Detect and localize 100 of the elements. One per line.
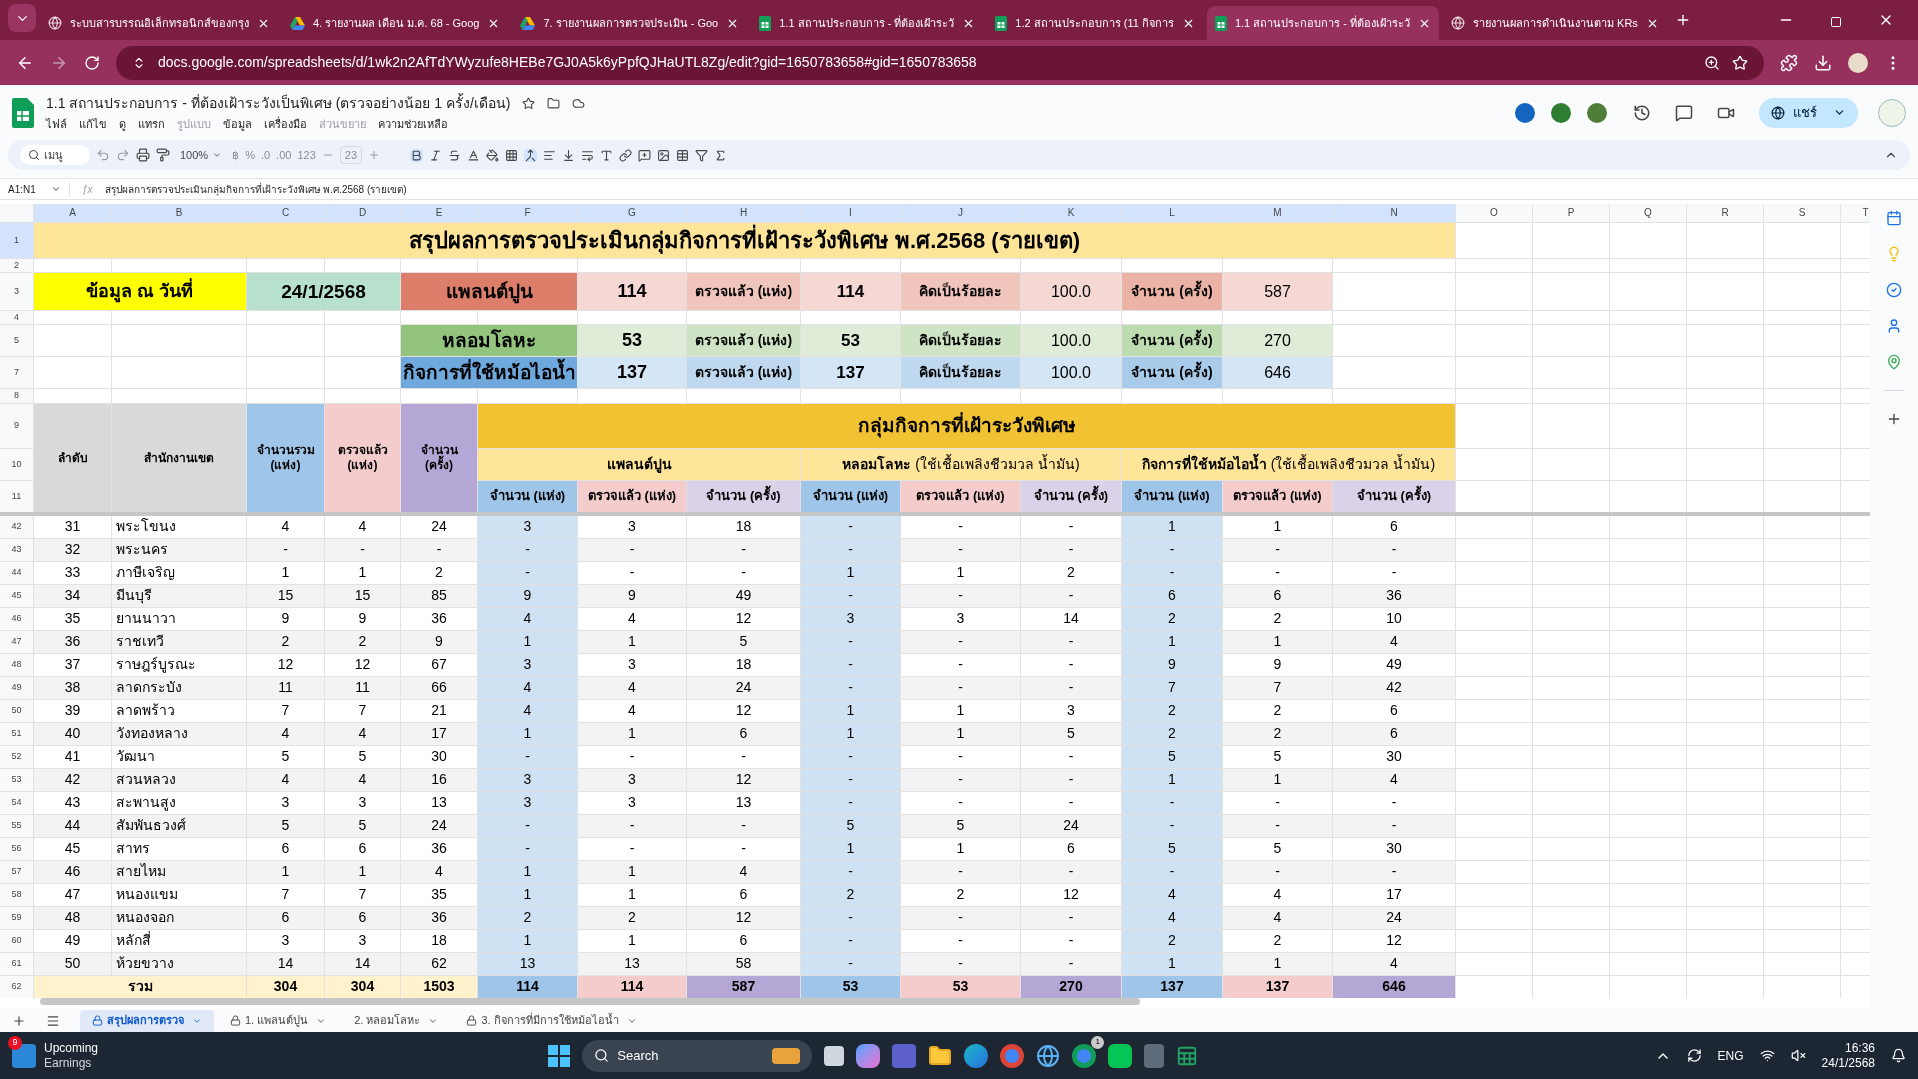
table-cell: - <box>247 538 324 561</box>
address-bar[interactable]: docs.google.com/spreadsheets/d/1wk2n2AfTdYWyzufe8HEBe7GJ0A5k6yPpfQJHaUTL8Zg/edit?gid=1650783658#gid=1650783658 <box>116 45 1764 80</box>
browser-tab[interactable]: 1.2 สถานประกอบการ (11 กิจการ <box>987 6 1203 40</box>
print-icon[interactable] <box>136 148 150 162</box>
language-indicator[interactable]: ENG <box>1717 1046 1744 1065</box>
fill-color-icon[interactable] <box>486 148 499 162</box>
clock-time[interactable]: 16:36 <box>1844 1040 1875 1056</box>
add-sheet-icon[interactable] <box>12 1013 26 1028</box>
tab-search-button[interactable] <box>8 4 36 32</box>
star-icon[interactable] <box>522 96 536 110</box>
all-sheets-icon[interactable] <box>46 1013 60 1028</box>
collaborator-avatar[interactable] <box>1585 100 1609 125</box>
table-cell: 37 <box>34 653 111 676</box>
add-comment-icon[interactable] <box>638 148 651 162</box>
wifi-icon[interactable] <box>1759 1048 1775 1063</box>
zoom-icon[interactable] <box>1704 54 1720 71</box>
table-cell: - <box>801 538 900 561</box>
sheet-tab[interactable]: 3. กิจการที่มีการใช้หม้อไอน้ำ <box>454 1009 649 1032</box>
table-cell: 3 <box>578 653 686 676</box>
table-cell: 2 <box>1223 699 1332 722</box>
menu-search-field[interactable]: เมนู <box>20 144 90 166</box>
sheet-tab[interactable]: 1. แพลนต์ปูน <box>218 1009 339 1032</box>
functions-icon[interactable] <box>714 148 727 162</box>
comment-icon[interactable] <box>1675 103 1693 122</box>
table-cell: 1 <box>901 722 1020 745</box>
name-box[interactable]: A1:N1 <box>0 181 70 197</box>
download-icon[interactable] <box>1814 53 1832 72</box>
collaborator-avatar[interactable] <box>1549 100 1573 125</box>
bookmark-star-icon[interactable] <box>1732 54 1748 71</box>
spreadsheet-logo-icon[interactable] <box>12 97 34 128</box>
table-cell: - <box>1333 860 1455 883</box>
zoom-dropdown[interactable]: 100% <box>176 146 227 164</box>
table-cell: 6 <box>1223 584 1332 607</box>
menu-item[interactable]: ไฟล์ <box>46 115 67 133</box>
filter-icon[interactable] <box>695 148 708 162</box>
extensions-icon[interactable] <box>1780 53 1798 72</box>
sync-icon[interactable] <box>1686 1048 1702 1063</box>
reload-icon[interactable] <box>84 54 100 71</box>
italic-icon[interactable] <box>429 148 442 162</box>
clock-date[interactable]: 24/1/2568 <box>1821 1055 1875 1071</box>
lock-icon <box>466 1015 478 1027</box>
image-icon[interactable] <box>657 148 670 162</box>
profile-avatar[interactable] <box>1848 52 1868 73</box>
windows-logo-icon[interactable] <box>548 1044 571 1067</box>
menu-item[interactable]: ความช่วยเหลือ <box>378 115 448 133</box>
table-icon[interactable] <box>676 148 689 162</box>
weather-widget-icon[interactable] <box>12 1043 36 1068</box>
share-button[interactable]: แชร์ <box>1759 97 1858 128</box>
align-icon[interactable] <box>543 148 556 162</box>
folder-icon[interactable] <box>928 1043 953 1068</box>
browser-tab[interactable]: ระบบสารบรรณอิเล็กทรอนิกส์ของกรุง <box>40 6 278 40</box>
table-cell: 6 <box>687 722 800 745</box>
text-rotation-icon[interactable] <box>600 148 613 162</box>
browser-tab[interactable]: รายงานผลการดำเนินงานตาม KRs <box>1443 6 1667 40</box>
strikethrough-icon[interactable] <box>448 148 461 162</box>
folder-icon[interactable] <box>547 96 561 110</box>
restore-icon[interactable] <box>1830 16 1842 28</box>
muted-speaker-icon[interactable] <box>1790 1048 1806 1063</box>
paint-format-icon[interactable] <box>156 148 170 162</box>
calendar-icon[interactable] <box>1886 210 1902 226</box>
sheet-tab[interactable]: 2. หลอมโลหะ <box>342 1009 451 1032</box>
table-cell: 1 <box>578 929 686 952</box>
tasks-icon[interactable] <box>1886 282 1902 298</box>
map-pin-icon[interactable] <box>1886 354 1902 370</box>
task-view-icon[interactable] <box>824 1045 845 1066</box>
taskbar-search-field[interactable]: Search <box>582 1039 813 1072</box>
bold-icon[interactable] <box>410 148 423 162</box>
menu-item[interactable]: เครื่องมือ <box>264 115 307 133</box>
menu-item[interactable]: แก้ไข <box>79 115 107 133</box>
notification-bell-icon[interactable] <box>1891 1048 1906 1063</box>
browser-tab[interactable]: 7. รายงานผลการตรวจประเมิน - Goo <box>512 6 748 40</box>
document-title[interactable]: 1.1 สถานประกอบการ - ที่ต้องเฝ้าระวังเป็นพิเศษ (ตรวจอย่างน้อย 1 ครั้ง/เดือน) <box>46 92 511 114</box>
collaborator-avatar[interactable] <box>1513 100 1537 125</box>
contacts-icon[interactable] <box>1886 318 1902 334</box>
formula-bar[interactable]: สรุปผลการตรวจประเมินกลุ่มกิจการที่เฝ้าระวังพิเศษ พ.ศ.2568 (รายเขต) <box>104 181 1918 197</box>
borders-icon[interactable] <box>505 148 518 162</box>
table-cell: 3 <box>478 515 577 538</box>
column-header: H <box>687 204 800 222</box>
add-icon[interactable] <box>1886 411 1902 427</box>
table-cell: - <box>687 538 800 561</box>
text-wrap-icon[interactable] <box>581 148 594 162</box>
widget-title[interactable]: Upcoming <box>44 1040 99 1056</box>
browser-tab[interactable]: 1.1 สถานประกอบการ - ที่ต้องเฝ้าระวั <box>1206 6 1440 40</box>
vertical-align-icon[interactable] <box>562 148 575 162</box>
history-icon[interactable] <box>1633 103 1651 122</box>
spreadsheet-icon <box>1214 15 1227 31</box>
link-icon[interactable] <box>619 148 632 162</box>
menu-item[interactable]: แทรก <box>138 115 165 133</box>
cloud-icon[interactable] <box>572 96 586 110</box>
merge-cells-icon[interactable] <box>524 148 537 162</box>
globe-icon[interactable] <box>1036 1043 1061 1068</box>
menu-item[interactable]: ข้อมูล <box>223 115 252 133</box>
browser-tab[interactable]: 4. รายงานผล เดือน ม.ค. 68 - Goog <box>282 6 509 40</box>
sheet-tab[interactable]: สรุปผลการตรวจ <box>80 1009 214 1032</box>
spreadsheet-app-icon[interactable] <box>1176 1044 1199 1067</box>
browser-tab[interactable]: 1.1 สถานประกอบการ - ที่ต้องเฝ้าระวั <box>751 6 984 40</box>
notification-badge: 1 <box>1091 1035 1105 1049</box>
text-color-icon[interactable] <box>467 148 480 162</box>
horizontal-scrollbar[interactable] <box>40 997 1140 1006</box>
menu-item[interactable]: ดู <box>119 115 126 133</box>
